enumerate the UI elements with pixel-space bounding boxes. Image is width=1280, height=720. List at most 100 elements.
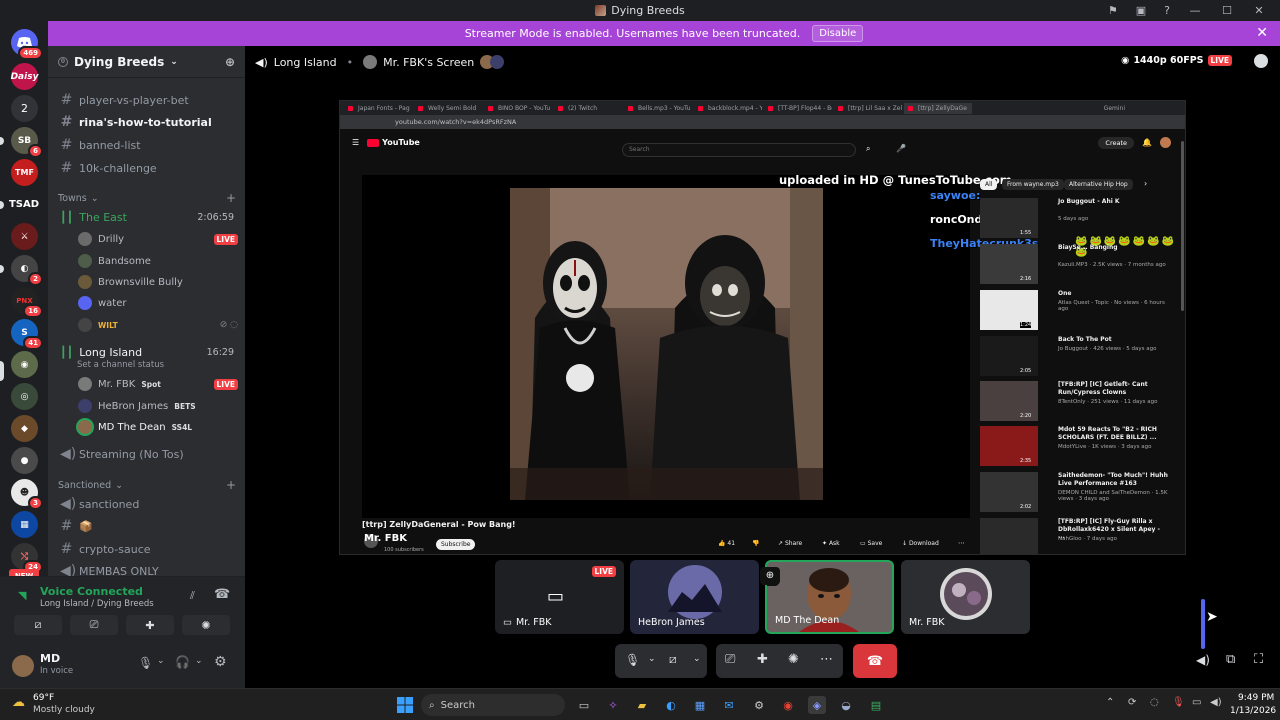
server-7[interactable]: ⚔	[11, 223, 38, 250]
channel-item[interactable]: # 📦	[56, 516, 238, 536]
volume-icon[interactable]: ◀)	[1196, 653, 1210, 667]
activities-button[interactable]: ✚	[126, 615, 174, 635]
disconnect-icon[interactable]: ☎	[214, 587, 230, 602]
share-button[interactable]: ↗ Share	[778, 540, 802, 547]
activity-icon[interactable]: ▣	[1136, 4, 1146, 17]
chevron-right-icon[interactable]: ›	[1144, 179, 1147, 188]
chevron-up-icon[interactable]: ⌃	[1106, 697, 1114, 708]
server-10[interactable]: S 41	[11, 319, 43, 350]
scrollbar[interactable]	[1181, 141, 1184, 311]
channel-item[interactable]: #10k-challenge	[56, 158, 238, 178]
voice-channel-long-island[interactable]: ┃┃ Long Island 16:29	[56, 342, 238, 362]
video-player[interactable]	[362, 175, 970, 518]
maximize-button[interactable]: ☐	[1220, 4, 1234, 17]
voice-user[interactable]: Bandsome	[78, 251, 238, 271]
disable-button[interactable]: Disable	[812, 25, 864, 42]
tray-icon[interactable]: ◌	[1150, 697, 1159, 708]
category-sanctioned[interactable]: Sanctioned ⌄ +	[58, 478, 236, 492]
weather-temp[interactable]: 69°F	[33, 693, 54, 703]
browser-tab[interactable]: BINO BOP - YouTu	[484, 103, 552, 114]
microphone-icon[interactable]: 🎙	[1172, 697, 1185, 708]
edge-icon[interactable]: ◐	[662, 696, 680, 714]
close-window-button[interactable]: ✕	[1252, 4, 1266, 17]
soundboard-icon[interactable]: ✺	[788, 652, 799, 667]
create-button[interactable]: Create	[1098, 136, 1135, 149]
bell-icon[interactable]: 🔔	[1142, 138, 1152, 147]
server-tsad[interactable]: TSAD	[9, 191, 39, 218]
steam-icon[interactable]: ◒	[837, 696, 855, 714]
youtube-search-input[interactable]: Search	[622, 143, 856, 157]
browser-tab[interactable]: [TT-BP] Flop44 - Bo	[764, 103, 832, 114]
taskbar-search[interactable]: ⌕ Search	[421, 694, 565, 716]
camera-off-button[interactable]: ⧄	[14, 615, 62, 635]
add-channel-icon[interactable]: +	[226, 191, 236, 205]
volume-icon[interactable]: ◀)	[1210, 697, 1222, 708]
fullscreen-icon[interactable]: ⛶	[1254, 652, 1263, 667]
voice-user[interactable]: Drilly LIVE	[78, 229, 238, 249]
home-button[interactable]: 469	[11, 29, 43, 60]
headphones-icon[interactable]: 🎧	[175, 655, 190, 669]
participant-tile[interactable]: HeBron James	[630, 560, 759, 634]
invite-icon[interactable]: ⊕	[225, 55, 235, 69]
participant-tile[interactable]: Mr. FBK	[901, 560, 1030, 634]
chip[interactable]: Alternative Hip Hop	[1064, 179, 1133, 190]
channel-item[interactable]: # rina's-how-to-tutorial	[56, 112, 238, 132]
server-4[interactable]: SB 6	[11, 127, 43, 158]
disconnect-button[interactable]: ☎	[853, 644, 897, 678]
voice-channel-streaming[interactable]: ◀) Streaming (No Tos)	[56, 444, 238, 464]
chevron-down-icon[interactable]: ⌄	[195, 656, 203, 666]
search-icon[interactable]: ⌕	[866, 144, 870, 154]
channel-item[interactable]: # banned-list	[56, 135, 238, 155]
add-channel-icon[interactable]: +	[226, 478, 236, 492]
microphone-icon[interactable]: 🎙	[138, 656, 153, 670]
server-11[interactable]: ◉	[11, 351, 38, 378]
voice-location[interactable]: Long Island / Dying Breeds	[40, 599, 154, 609]
inbox-icon[interactable]: ⚑	[1108, 4, 1118, 17]
screen-share-button[interactable]: ⎚	[70, 615, 118, 635]
file-explorer-icon[interactable]: ▰	[633, 696, 651, 714]
channel-name[interactable]: Mr. FBK	[364, 533, 407, 544]
minimize-button[interactable]: —	[1188, 4, 1202, 17]
related-video[interactable]: Back To The Pot Jo Buggout · 426 views · …	[980, 336, 1180, 378]
channel-item[interactable]: # crypto-sauce	[56, 539, 238, 559]
voice-user[interactable]: HeBron James BETS	[78, 396, 238, 416]
address-bar[interactable]: youtube.com/watch?v=ek4dPsRFzNA	[340, 115, 1185, 129]
weather-desc[interactable]: Mostly cloudy	[33, 705, 95, 715]
chip[interactable]: From wayne.mp3	[1002, 179, 1064, 190]
youtube-logo[interactable]: YouTube	[382, 138, 420, 147]
noise-suppression-icon[interactable]: ⫽	[190, 589, 195, 603]
related-video[interactable]: [TFB:RP] [IC] Getleft- Cant Run/Cypress …	[980, 381, 1180, 423]
browser-tab[interactable]: (2) Twitch	[554, 103, 622, 114]
chrome-icon[interactable]: ◉	[779, 696, 797, 714]
server-tmf[interactable]: TMF	[11, 159, 38, 186]
voice-user[interactable]: Mr. FBK Spot LIVE	[78, 374, 238, 394]
set-channel-status[interactable]: Set a channel status	[77, 360, 164, 370]
settings-gear-icon[interactable]: ⚙	[214, 654, 227, 670]
dislike-icon[interactable]: 👎	[752, 540, 759, 547]
mail-icon[interactable]: ✉	[720, 696, 738, 714]
activities-icon[interactable]: ✚	[757, 652, 768, 667]
gemini-button[interactable]: Gemini	[1104, 105, 1185, 112]
download-button[interactable]: ↓ Download	[902, 540, 939, 547]
server-17[interactable]: ⤭ 24	[11, 543, 43, 574]
browser-tab[interactable]: [ttrp] Lil Saa x Zelly	[834, 103, 902, 114]
subscribe-button[interactable]: Subscribe	[436, 539, 476, 550]
start-button[interactable]	[396, 696, 414, 714]
related-video[interactable]: BiaySe... Banging Kazuli.MP3 · 2.5K views…	[980, 244, 1180, 286]
banner-close-icon[interactable]: ✕	[1256, 25, 1268, 41]
voice-user[interactable]: water	[78, 293, 238, 313]
related-video[interactable]: One Atlas Quest - Topic · No views · 6 ho…	[980, 290, 1180, 332]
channel-item[interactable]: # player-vs-player-bet	[56, 90, 238, 110]
avatar[interactable]	[12, 655, 34, 677]
more-icon[interactable]: ⋯	[958, 539, 965, 547]
server-15[interactable]: ☻ 3	[11, 479, 43, 510]
popout-icon[interactable]: ⧉	[1226, 652, 1235, 667]
ask-button[interactable]: ✦ Ask	[822, 540, 840, 547]
avatar[interactable]	[1160, 137, 1171, 148]
more-icon[interactable]: ⋯	[820, 652, 833, 667]
related-video[interactable]: [TFB:RP] [IC] Fly-Guy Rilla x DbRollaxk6…	[980, 518, 1180, 554]
camera-off-icon[interactable]: ⧄	[669, 652, 677, 667]
monitor-icon[interactable]: ▭	[1192, 697, 1201, 708]
screen-share-icon[interactable]: ⎚	[725, 652, 735, 667]
browser-tab[interactable]: Welly Semi Bold	[414, 103, 482, 114]
